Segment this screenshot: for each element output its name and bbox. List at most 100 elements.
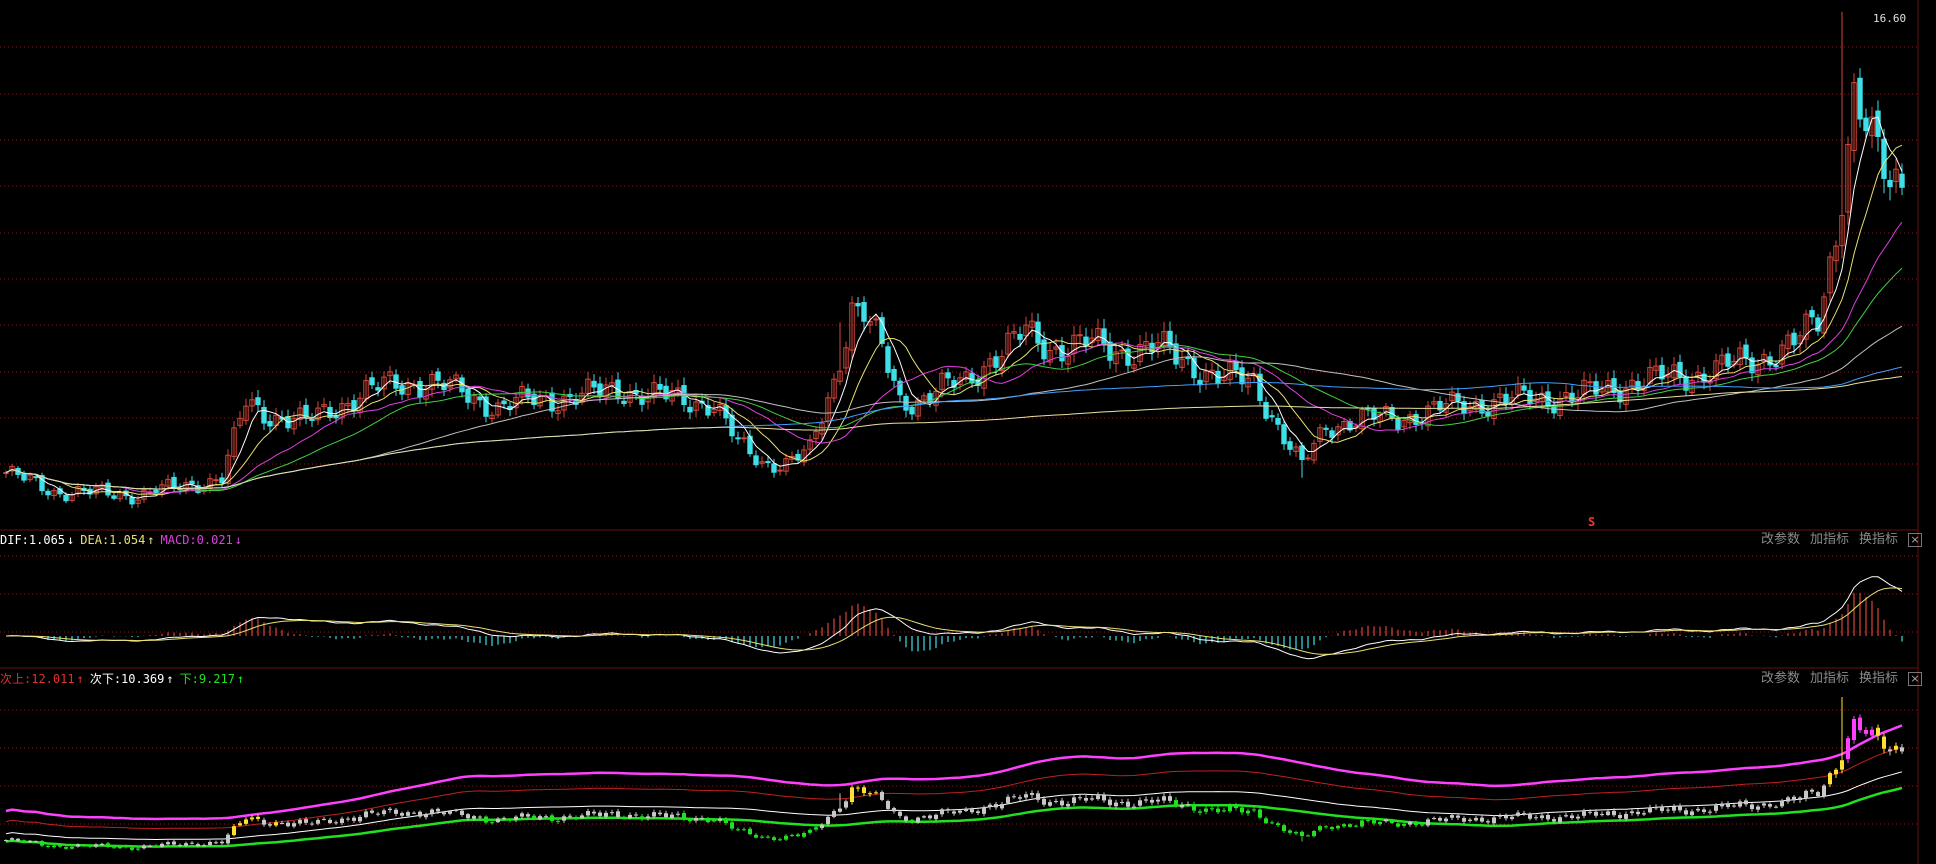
band-mid-line bbox=[5, 746, 1903, 830]
band-panel[interactable] bbox=[4, 696, 1904, 852]
band-candle-body-289 bbox=[1738, 801, 1742, 807]
band-candle-body-287 bbox=[1726, 803, 1730, 808]
band-candle-body-129 bbox=[778, 839, 782, 841]
band-candle-body-33 bbox=[202, 845, 206, 847]
candle-body-186 bbox=[1119, 349, 1125, 352]
macd-edit-params-button[interactable]: 改参数 bbox=[1761, 532, 1800, 548]
band-candle-body-102 bbox=[616, 811, 620, 818]
band-candle-body-134 bbox=[808, 829, 812, 833]
band-candle-body-156 bbox=[940, 809, 944, 815]
band-close-icon[interactable]: × bbox=[1908, 672, 1922, 686]
candle-body-121 bbox=[729, 414, 735, 437]
candle-body-62 bbox=[375, 387, 381, 391]
band-candle-body-194 bbox=[1168, 796, 1172, 801]
candle-body-147 bbox=[885, 346, 891, 373]
band-candle-body-253 bbox=[1522, 813, 1526, 815]
band-add-indicator-button[interactable]: 加指标 bbox=[1810, 671, 1849, 687]
band-candle-body-103 bbox=[622, 817, 626, 819]
band-candle-body-96 bbox=[580, 815, 584, 819]
candle-body-145 bbox=[873, 318, 879, 321]
dea-line bbox=[5, 587, 1903, 655]
candle-body-212 bbox=[1275, 418, 1281, 425]
candle-body-210 bbox=[1263, 402, 1269, 419]
band-candle-body-48 bbox=[292, 823, 296, 827]
lower-band-arrow: ↑ bbox=[166, 672, 174, 686]
band-candle-body-313 bbox=[1882, 736, 1886, 749]
band-candle-body-99 bbox=[598, 812, 602, 816]
candle-body-99 bbox=[597, 383, 603, 396]
band-candle-body-292 bbox=[1756, 806, 1760, 810]
band-candle-body-122 bbox=[736, 829, 740, 831]
candle-body-143 bbox=[861, 302, 867, 322]
band-candle-body-89 bbox=[538, 816, 542, 820]
bottom-band-arrow: ↑ bbox=[236, 672, 245, 686]
candle-body-295 bbox=[1773, 364, 1779, 368]
band-candle-body-93 bbox=[562, 816, 566, 821]
band-candle-body-66 bbox=[400, 813, 404, 816]
band-candle-body-114 bbox=[688, 819, 692, 822]
band-candle-body-205 bbox=[1234, 805, 1238, 809]
band-candle-body-224 bbox=[1348, 824, 1352, 827]
band-candle-body-268 bbox=[1612, 810, 1616, 816]
band-candle-body-284 bbox=[1708, 811, 1712, 813]
macd-switch-indicator-button[interactable]: 换指标 bbox=[1859, 532, 1898, 548]
band-candle-body-278 bbox=[1672, 806, 1676, 811]
candle-body-87 bbox=[525, 388, 531, 398]
band-candle-body-81 bbox=[490, 822, 494, 824]
band-candle-body-73 bbox=[442, 812, 446, 815]
band-candle-body-161 bbox=[970, 809, 974, 813]
band-candle-body-143 bbox=[862, 787, 866, 794]
band-candle-body-61 bbox=[370, 810, 374, 813]
band-candle-body-25 bbox=[154, 845, 158, 847]
candle-body-79 bbox=[477, 396, 483, 401]
band-candle-body-201 bbox=[1210, 808, 1214, 810]
band-candle-body-127 bbox=[766, 836, 770, 838]
band-candle-body-65 bbox=[394, 809, 398, 814]
band-candle-body-18 bbox=[112, 847, 116, 849]
band-candle-body-2 bbox=[16, 838, 20, 841]
band-candle-body-106 bbox=[640, 816, 644, 819]
candle-body-298 bbox=[1791, 332, 1797, 346]
macd-panel[interactable] bbox=[5, 576, 1903, 660]
band-edit-params-button[interactable]: 改参数 bbox=[1761, 671, 1800, 687]
band-candle-body-37 bbox=[226, 834, 230, 844]
band-candle-body-243 bbox=[1462, 818, 1466, 822]
macd-close-icon[interactable]: × bbox=[1908, 533, 1922, 547]
candle-body-122 bbox=[735, 437, 741, 440]
high-price-marker: 16.60 bbox=[1873, 12, 1906, 25]
band-candle-body-162 bbox=[976, 811, 980, 814]
bottom-band-label: 下:9.217 bbox=[179, 672, 235, 686]
chart-stage: 16.60 S bbox=[0, 0, 1919, 864]
band-candle-body-117 bbox=[706, 819, 710, 823]
band-candle-body-49 bbox=[298, 820, 302, 824]
band-candle-body-210 bbox=[1264, 818, 1268, 824]
candle-body-103 bbox=[621, 400, 627, 405]
band-candle-body-12 bbox=[76, 844, 80, 847]
band-candle-body-237 bbox=[1426, 819, 1430, 826]
band-candle-body-301 bbox=[1810, 789, 1814, 792]
candle-body-214 bbox=[1287, 441, 1293, 450]
candle-body-254 bbox=[1527, 390, 1533, 405]
band-candle-body-17 bbox=[106, 843, 110, 847]
band-candle-body-230 bbox=[1384, 819, 1388, 822]
candle-body-309 bbox=[1857, 77, 1863, 120]
band-candle-body-305 bbox=[1834, 769, 1838, 775]
candle-body-265 bbox=[1593, 381, 1599, 395]
band-candle-body-187 bbox=[1126, 801, 1130, 807]
band-candle-body-92 bbox=[556, 820, 560, 822]
macd-add-indicator-button[interactable]: 加指标 bbox=[1810, 532, 1849, 548]
band-candle-body-222 bbox=[1336, 825, 1340, 829]
band-legend: 次上:12.011 ↑ 次下:10.369 ↑ 下:9.217 ↑ bbox=[0, 671, 250, 687]
band-candle-body-174 bbox=[1048, 802, 1052, 806]
band-candle-body-169 bbox=[1018, 797, 1022, 799]
band-candle-body-204 bbox=[1228, 805, 1232, 812]
band-candle-body-316 bbox=[1900, 747, 1904, 752]
candle-body-217 bbox=[1305, 457, 1311, 460]
band-candle-body-248 bbox=[1492, 817, 1496, 824]
band-candle-body-153 bbox=[922, 816, 926, 818]
band-candle-body-228 bbox=[1372, 820, 1376, 824]
band-candle-body-170 bbox=[1024, 794, 1028, 798]
price-panel[interactable] bbox=[3, 11, 1905, 509]
band-switch-indicator-button[interactable]: 换指标 bbox=[1859, 671, 1898, 687]
band-candle-body-147 bbox=[886, 800, 890, 809]
